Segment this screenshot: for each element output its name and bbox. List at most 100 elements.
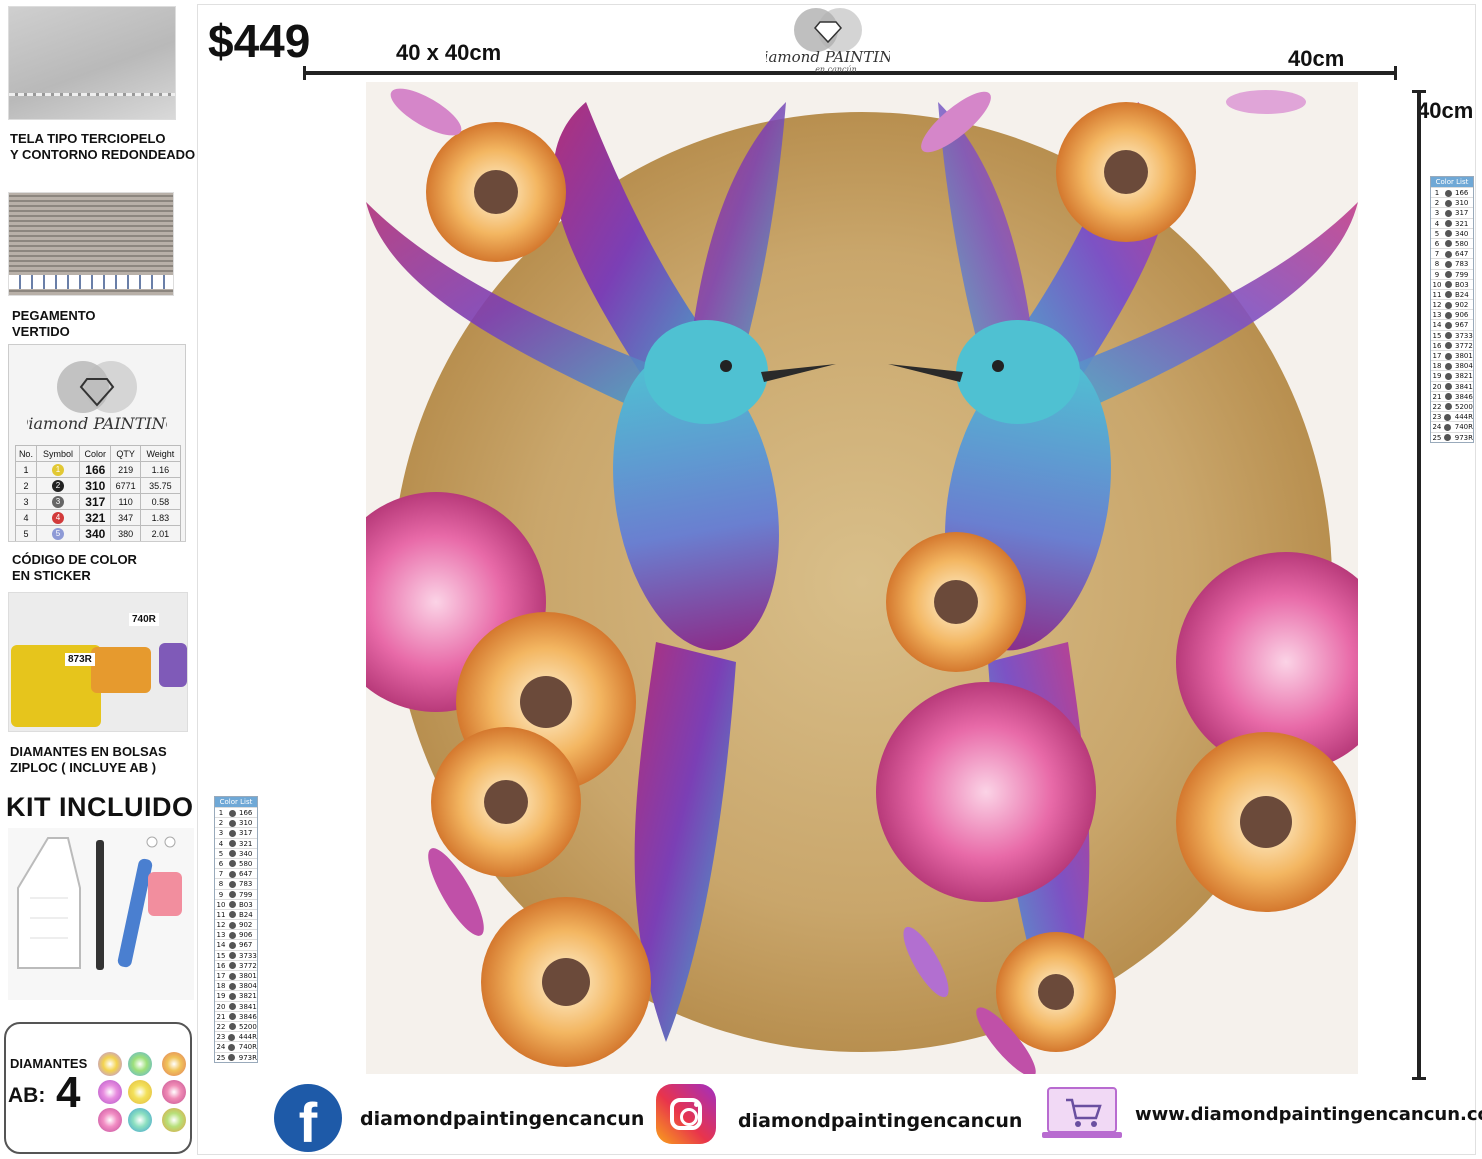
instagram-handle[interactable]: diamondpaintingencancun — [738, 1110, 1022, 1132]
color-symbol-icon — [1443, 433, 1453, 442]
color-list-number: 18 — [1432, 362, 1442, 371]
color-symbol-icon: 3 — [52, 495, 64, 508]
color-list-row: 21 3846 — [215, 1010, 257, 1021]
color-list-code: 3821 — [239, 992, 257, 1001]
color-symbol-icon — [1443, 259, 1453, 268]
color-list-number: 14 — [1432, 321, 1442, 330]
color-list-number: 7 — [218, 870, 224, 879]
shop-cart-icon[interactable] — [1042, 1086, 1122, 1142]
color-symbol-icon — [1443, 382, 1453, 391]
color-list-code: 647 — [1455, 250, 1469, 259]
color-list-code: 580 — [239, 859, 253, 868]
color-list-number: 8 — [1434, 260, 1440, 269]
sticker-weight-cell: 2.01 — [139, 525, 182, 541]
color-list-card: Color List 1 166 2 310 3 317 4 321 5 340 6 580 7 647 8… — [214, 796, 258, 1063]
sticker-symbol-cell: 5 — [35, 525, 81, 541]
color-list-row: 19 3821 — [215, 990, 257, 1000]
color-list-row: 16 3772 — [1431, 339, 1473, 350]
website-link[interactable]: www.diamondpaintingencancun.com — [1135, 1104, 1482, 1125]
color-list-number: 19 — [1432, 372, 1442, 381]
color-symbol-icon — [227, 808, 237, 817]
color-list-row: 13 906 — [1431, 309, 1473, 319]
color-list-number: 3 — [1434, 209, 1440, 218]
instagram-icon[interactable] — [656, 1084, 716, 1144]
color-symbol-icon — [1443, 341, 1453, 350]
color-list-number: 21 — [1432, 392, 1442, 401]
brand-logo-text: Diamond PAINTING — [766, 48, 890, 66]
ab-gem — [98, 1108, 122, 1132]
color-list-row: 21 3846 — [1431, 390, 1473, 401]
color-symbol-icon — [227, 940, 237, 949]
color-list-code: B03 — [239, 900, 253, 909]
color-list-code: 5200 — [1455, 402, 1473, 411]
color-list-code: 166 — [239, 809, 253, 817]
color-list-code: 3801 — [1455, 352, 1473, 360]
hummingbird-artwork — [366, 82, 1358, 1074]
color-list-row: 1 166 — [1431, 187, 1473, 197]
color-list-code: 3846 — [1455, 392, 1473, 401]
color-list-code: 906 — [239, 931, 253, 940]
color-list-row: 20 3841 — [1431, 380, 1473, 391]
facebook-icon[interactable]: f — [274, 1084, 342, 1154]
color-list-code: 973R — [1454, 433, 1473, 442]
color-list-row: 4 321 — [215, 837, 257, 848]
color-symbol-icon — [227, 1053, 237, 1062]
color-list-row: 1 166 — [215, 807, 257, 817]
diamond-bags-photo: 740R 873R — [8, 592, 188, 732]
color-list-row: 25 973R — [215, 1051, 257, 1062]
sticker-weight-cell: 0.58 — [139, 493, 182, 510]
sticker-symbol-cell: 4 — [35, 509, 81, 526]
price: $449 — [208, 15, 311, 67]
sticker-header: Symbol — [35, 445, 81, 462]
sticker-table: No. Symbol Color QTY Weight 1 1 166 219 1.16… — [15, 445, 182, 541]
sidebar: TELA TIPO TERCIOPELO Y CONTORNO REDONDEA… — [0, 0, 197, 1159]
ab-gem — [128, 1080, 152, 1104]
color-list-number: 12 — [1432, 301, 1442, 310]
sticker-no-cell: 3 — [15, 493, 37, 510]
bags-caption-1: DIAMANTES EN BOLSAS — [10, 744, 167, 759]
brand-logo: Diamond PAINTING en cancún — [766, 8, 890, 74]
sticker-qty-cell: 347 — [110, 509, 141, 526]
color-list-code: B24 — [239, 910, 253, 919]
color-list-code: 321 — [239, 839, 253, 848]
color-list-code: 3804 — [1455, 362, 1473, 371]
sticker-no-cell: 5 — [15, 525, 37, 541]
color-symbol-icon — [1443, 229, 1453, 238]
ab-gem — [162, 1080, 186, 1104]
color-list-row: 5 340 — [215, 847, 257, 858]
color-symbol-icon — [1443, 239, 1453, 248]
ab-gem — [98, 1052, 122, 1076]
color-list-code: 166 — [1455, 189, 1469, 197]
color-list-number: 21 — [216, 1012, 226, 1021]
sticker-no-cell: 4 — [15, 509, 37, 526]
sticker-caption-2: EN STICKER — [12, 568, 91, 583]
color-symbol-icon — [227, 971, 237, 980]
color-list-number: 11 — [216, 910, 226, 919]
color-list-code: 967 — [239, 941, 253, 950]
color-list-row: 12 902 — [1431, 299, 1473, 309]
color-list-code: 444R — [238, 1033, 257, 1042]
color-list-number: 6 — [1434, 239, 1440, 248]
color-symbol-icon — [227, 879, 237, 888]
color-list-row: 10 B03 — [1431, 278, 1473, 289]
color-list-number: 13 — [1432, 311, 1442, 320]
color-list-code: 973R — [238, 1053, 257, 1062]
color-list-number: 13 — [216, 931, 226, 940]
sticker-row: 3 3 317 110 0.58 — [15, 493, 182, 510]
color-symbol-icon — [227, 859, 237, 868]
color-symbol-icon — [227, 828, 237, 837]
color-list-code: 647 — [239, 870, 253, 879]
color-symbol-icon: 4 — [52, 511, 64, 524]
color-list-row: 23 444R — [215, 1031, 257, 1041]
sticker-header: Color — [79, 445, 112, 462]
color-list-code: 317 — [1455, 209, 1469, 218]
velvet-canvas-photo — [8, 6, 176, 120]
color-list-row: 6 580 — [1431, 237, 1473, 248]
color-symbol-icon — [227, 920, 237, 929]
color-list-number: 6 — [218, 859, 224, 868]
sticker-row: 1 1 166 219 1.16 — [15, 461, 182, 478]
color-list-row: 11 B24 — [1431, 288, 1473, 299]
facebook-handle[interactable]: diamondpaintingencancun — [360, 1108, 644, 1130]
velvet-caption-1: TELA TIPO TERCIOPELO — [10, 131, 166, 146]
height-label: 40cm — [1417, 98, 1474, 123]
